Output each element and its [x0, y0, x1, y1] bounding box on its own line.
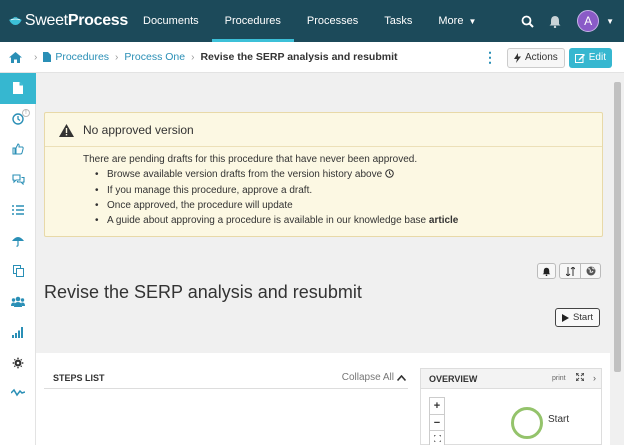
list-item: Browse available version drafts from the…	[93, 167, 458, 183]
zoom-in-button[interactable]: +	[430, 398, 444, 414]
chevron-down-icon: ▼	[468, 16, 477, 26]
overview-title: OVERVIEW	[429, 374, 478, 384]
start-node-label: Start	[548, 414, 570, 425]
fit-icon	[433, 435, 441, 442]
more-options-icon[interactable]: ⋮	[483, 49, 497, 66]
sidebar-item-analytics[interactable]	[0, 378, 36, 409]
signal-icon	[12, 326, 23, 338]
top-navbar: SweetProcess Documents Procedures Proces…	[0, 0, 624, 42]
collapse-all-button[interactable]: Collapse All	[342, 372, 406, 383]
logo-text: SweetProcess	[24, 12, 128, 29]
sidebar-item-comments[interactable]	[0, 165, 36, 196]
sweetprocess-logo-icon	[9, 16, 22, 25]
language-button[interactable]	[580, 264, 600, 278]
overview-header: OVERVIEW print ›	[421, 369, 601, 389]
list-item: If you manage this procedure, approve a …	[93, 183, 458, 198]
warning-icon	[59, 123, 74, 137]
nav-documents[interactable]: Documents	[130, 0, 212, 42]
list-item: A guide about approving a procedure is a…	[93, 213, 458, 228]
scrollbar[interactable]	[610, 80, 624, 445]
logo[interactable]: SweetProcess	[0, 0, 128, 42]
fit-view-button[interactable]	[430, 430, 444, 445]
sidebar-item-users[interactable]	[0, 287, 36, 318]
notifications-button[interactable]	[537, 263, 556, 279]
start-node[interactable]	[511, 407, 543, 439]
zoom-out-button[interactable]: −	[430, 414, 444, 430]
sidebar-item-tasks[interactable]	[0, 195, 36, 226]
chevron-right-icon: ›	[115, 51, 119, 63]
nav-more[interactable]: More ▼	[425, 0, 489, 42]
users-icon	[11, 296, 25, 308]
sidebar-item-copy[interactable]	[0, 256, 36, 287]
steps-list-title: STEPS LIST	[53, 373, 105, 383]
breadcrumb-procedures[interactable]: Procedures	[55, 51, 109, 63]
scrollbar-thumb[interactable]	[614, 82, 621, 372]
sidebar-item-policies[interactable]	[0, 226, 36, 257]
chevron-down-icon[interactable]: ▼	[606, 17, 614, 26]
nav-tasks[interactable]: Tasks	[371, 0, 425, 42]
actions-button[interactable]: Actions	[506, 47, 565, 68]
sort-button[interactable]	[560, 264, 580, 278]
copy-icon	[12, 265, 24, 278]
alert-body: There are pending drafts for this proced…	[83, 152, 458, 228]
knowledge-base-article-link[interactable]: article	[429, 215, 458, 226]
alert-divider	[45, 146, 602, 147]
sort-icon	[565, 266, 575, 276]
globe-icon	[586, 266, 595, 276]
breadcrumb-process-one[interactable]: Process One	[124, 51, 185, 63]
nav-procedures[interactable]: Procedures	[211, 0, 294, 42]
sidebar-item-settings[interactable]	[0, 348, 36, 379]
nav-processes[interactable]: Processes	[294, 0, 371, 42]
alert-intro: There are pending drafts for this proced…	[83, 154, 418, 165]
chevron-right-icon[interactable]: ›	[593, 373, 596, 383]
zoom-controls: + −	[429, 397, 445, 445]
document-icon	[13, 82, 23, 95]
bolt-icon	[513, 52, 521, 63]
sidebar-item-document[interactable]	[0, 73, 36, 104]
alert-title: No approved version	[83, 123, 194, 137]
sort-language-group	[559, 263, 601, 279]
page-title: Revise the SERP analysis and resubmit	[44, 282, 362, 302]
edit-button[interactable]: Edit	[568, 47, 612, 68]
gear-icon	[12, 356, 24, 369]
edit-icon	[574, 53, 585, 63]
start-button[interactable]: Start	[554, 308, 600, 327]
history-icon[interactable]	[385, 168, 394, 183]
list-item: Once approved, the procedure will update	[93, 198, 458, 213]
tasks-icon	[12, 205, 24, 215]
folder-icon	[43, 52, 52, 62]
chevron-right-icon: ›	[191, 51, 195, 63]
home-icon[interactable]	[2, 51, 28, 63]
breadcrumb-current: Revise the SERP analysis and resubmit	[200, 51, 398, 63]
chevron-right-icon: ›	[34, 51, 38, 63]
overview-panel: OVERVIEW print › + − Start	[420, 368, 602, 445]
analytics-icon	[11, 389, 25, 397]
alert-list: Browse available version drafts from the…	[93, 167, 458, 228]
play-icon	[561, 313, 569, 322]
sidebar-item-history[interactable]: !	[0, 104, 36, 135]
history-badge: !	[22, 108, 30, 117]
procedure-toolbar	[537, 263, 601, 279]
comments-icon	[11, 174, 25, 186]
sidebar: !	[0, 73, 36, 445]
breadcrumb: › Procedures › Process One › Revise the …	[0, 42, 624, 73]
steps-list-header: STEPS LIST Collapse All	[44, 367, 408, 389]
avatar[interactable]: A	[577, 10, 600, 32]
chevron-up-icon	[397, 374, 406, 381]
umbrella-icon	[12, 236, 24, 247]
sidebar-item-reports[interactable]	[0, 317, 36, 348]
bell-icon	[542, 267, 551, 276]
print-link[interactable]: print	[552, 375, 566, 382]
sidebar-item-approvals[interactable]	[0, 134, 36, 165]
bell-icon[interactable]	[541, 0, 569, 42]
main-content: No approved version There are pending dr…	[36, 73, 610, 445]
search-icon[interactable]	[513, 0, 541, 42]
expand-icon[interactable]	[575, 372, 585, 383]
thumbs-up-icon	[12, 143, 24, 155]
no-approved-version-alert: No approved version There are pending dr…	[44, 112, 603, 237]
